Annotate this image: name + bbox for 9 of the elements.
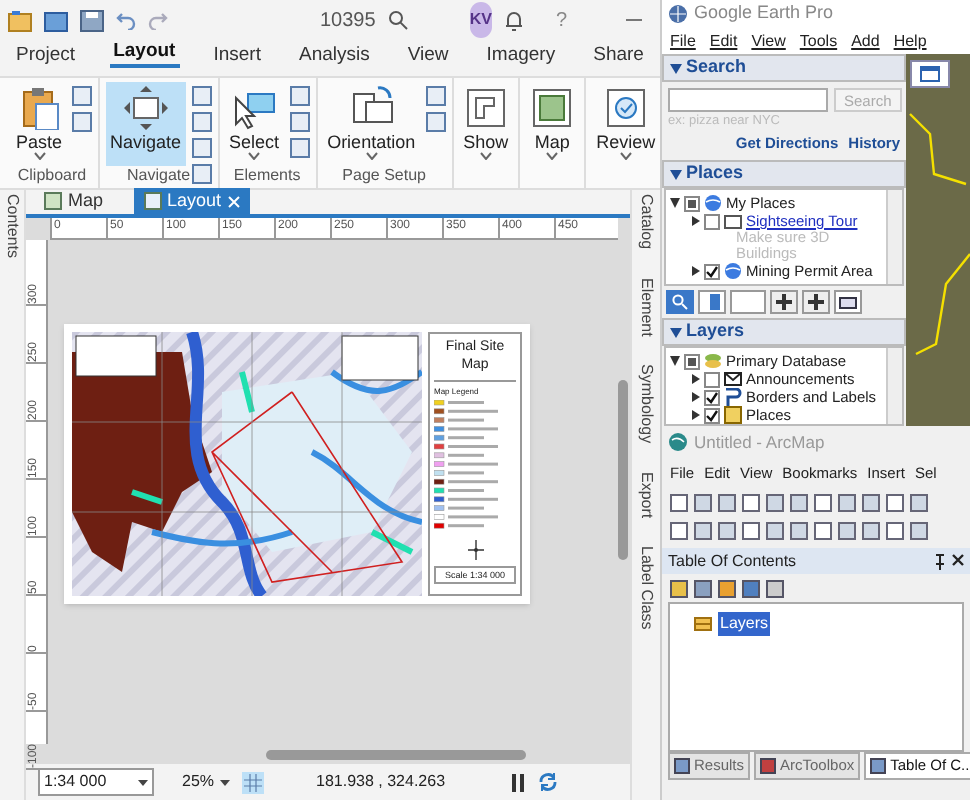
- group-label: Elements: [233, 166, 301, 186]
- coordinates-text: 181.938 , 324.263: [316, 770, 446, 794]
- window-title: Google Earth Pro: [694, 0, 834, 27]
- group-label: Clipboard: [17, 166, 87, 186]
- group-label: Navigate: [126, 166, 191, 186]
- window-title: Untitled - ArcMap: [694, 429, 825, 455]
- document-number: 10395: [320, 7, 376, 35]
- panel-title: Table Of Contents: [668, 549, 797, 573]
- group-label: Page Setup: [342, 166, 426, 186]
